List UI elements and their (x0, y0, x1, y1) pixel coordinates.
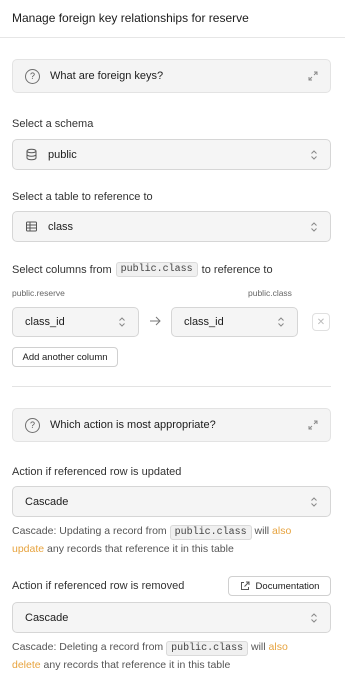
action-info-title: Which action is most appropriate? (50, 419, 216, 431)
target-column-value: class_id (184, 316, 224, 328)
chevron-updown-icon (119, 317, 125, 327)
on-update-desc-prefix: Cascade: Updating a record from (12, 525, 167, 537)
action-info-panel[interactable]: ? Which action is most appropriate? (12, 408, 331, 442)
documentation-label: Documentation (255, 580, 320, 592)
on-delete-label: Action if referenced row is removed (12, 580, 185, 592)
remove-column-button[interactable]: ✕ (312, 313, 330, 331)
source-column-value: class_id (25, 316, 65, 328)
help-circle-icon: ? (25, 417, 40, 433)
target-table-label: public.class (248, 288, 292, 298)
close-icon: ✕ (316, 316, 326, 328)
target-column-select[interactable]: class_id (171, 307, 298, 337)
schema-value: public (48, 148, 77, 161)
on-update-desc-code: public.class (169, 525, 252, 540)
expand-icon[interactable] (308, 420, 318, 430)
on-delete-desc-also: also (268, 641, 288, 653)
arrow-right-icon (150, 316, 161, 326)
on-update-desc-action: update (12, 543, 45, 555)
table-label: Select a table to reference to (12, 191, 153, 203)
on-update-select[interactable]: Cascade (12, 486, 331, 517)
chevron-updown-icon (311, 149, 317, 160)
source-column-select[interactable]: class_id (12, 307, 139, 337)
help-circle-icon: ? (25, 68, 40, 84)
on-update-desc-also: also (272, 525, 292, 537)
on-update-label: Action if referenced row is updated (12, 466, 182, 478)
on-delete-desc-prefix: Cascade: Deleting a record from (12, 641, 164, 653)
columns-label-prefix: Select columns from (12, 263, 112, 276)
on-delete-desc-suffix: any records that reference it in this ta… (43, 659, 231, 671)
chevron-updown-icon (278, 317, 284, 327)
foreign-keys-info-title: What are foreign keys? (50, 70, 164, 82)
table-icon (26, 221, 37, 232)
table-value: class (48, 220, 74, 233)
on-update-description: Cascade: Updating a record from public.c… (12, 523, 331, 558)
columns-label: Select columns from public.class to refe… (12, 262, 273, 277)
table-select[interactable]: class (12, 211, 331, 242)
chevron-updown-icon (311, 496, 317, 507)
expand-icon[interactable] (308, 71, 318, 81)
divider (12, 386, 331, 387)
on-update-desc-will: will (254, 525, 270, 537)
schema-label: Select a schema (12, 118, 94, 130)
on-delete-select[interactable]: Cascade (12, 602, 331, 633)
on-update-desc-suffix: any records that reference it in this ta… (47, 543, 234, 555)
on-delete-description: Cascade: Deleting a record from public.c… (12, 639, 331, 674)
chevron-updown-icon (311, 221, 317, 232)
on-delete-value: Cascade (25, 611, 69, 624)
foreign-keys-info-panel[interactable]: ? What are foreign keys? (12, 59, 331, 93)
page-title: Manage foreign key relationships for res… (12, 11, 249, 25)
on-delete-desc-will: will (251, 641, 266, 653)
external-link-icon (240, 581, 250, 590)
documentation-button[interactable]: Documentation (228, 576, 331, 596)
on-update-value: Cascade (25, 495, 69, 508)
page-header: Manage foreign key relationships for res… (0, 0, 345, 38)
schema-select[interactable]: public (12, 139, 331, 170)
on-delete-desc-action: delete (12, 659, 41, 671)
add-column-button[interactable]: Add another column (12, 347, 118, 367)
columns-label-suffix: to reference to (201, 263, 273, 276)
on-delete-desc-code: public.class (166, 641, 249, 656)
columns-label-code: public.class (115, 262, 198, 277)
chevron-updown-icon (311, 612, 317, 623)
source-table-label: public.reserve (12, 288, 65, 298)
database-icon (26, 148, 37, 161)
